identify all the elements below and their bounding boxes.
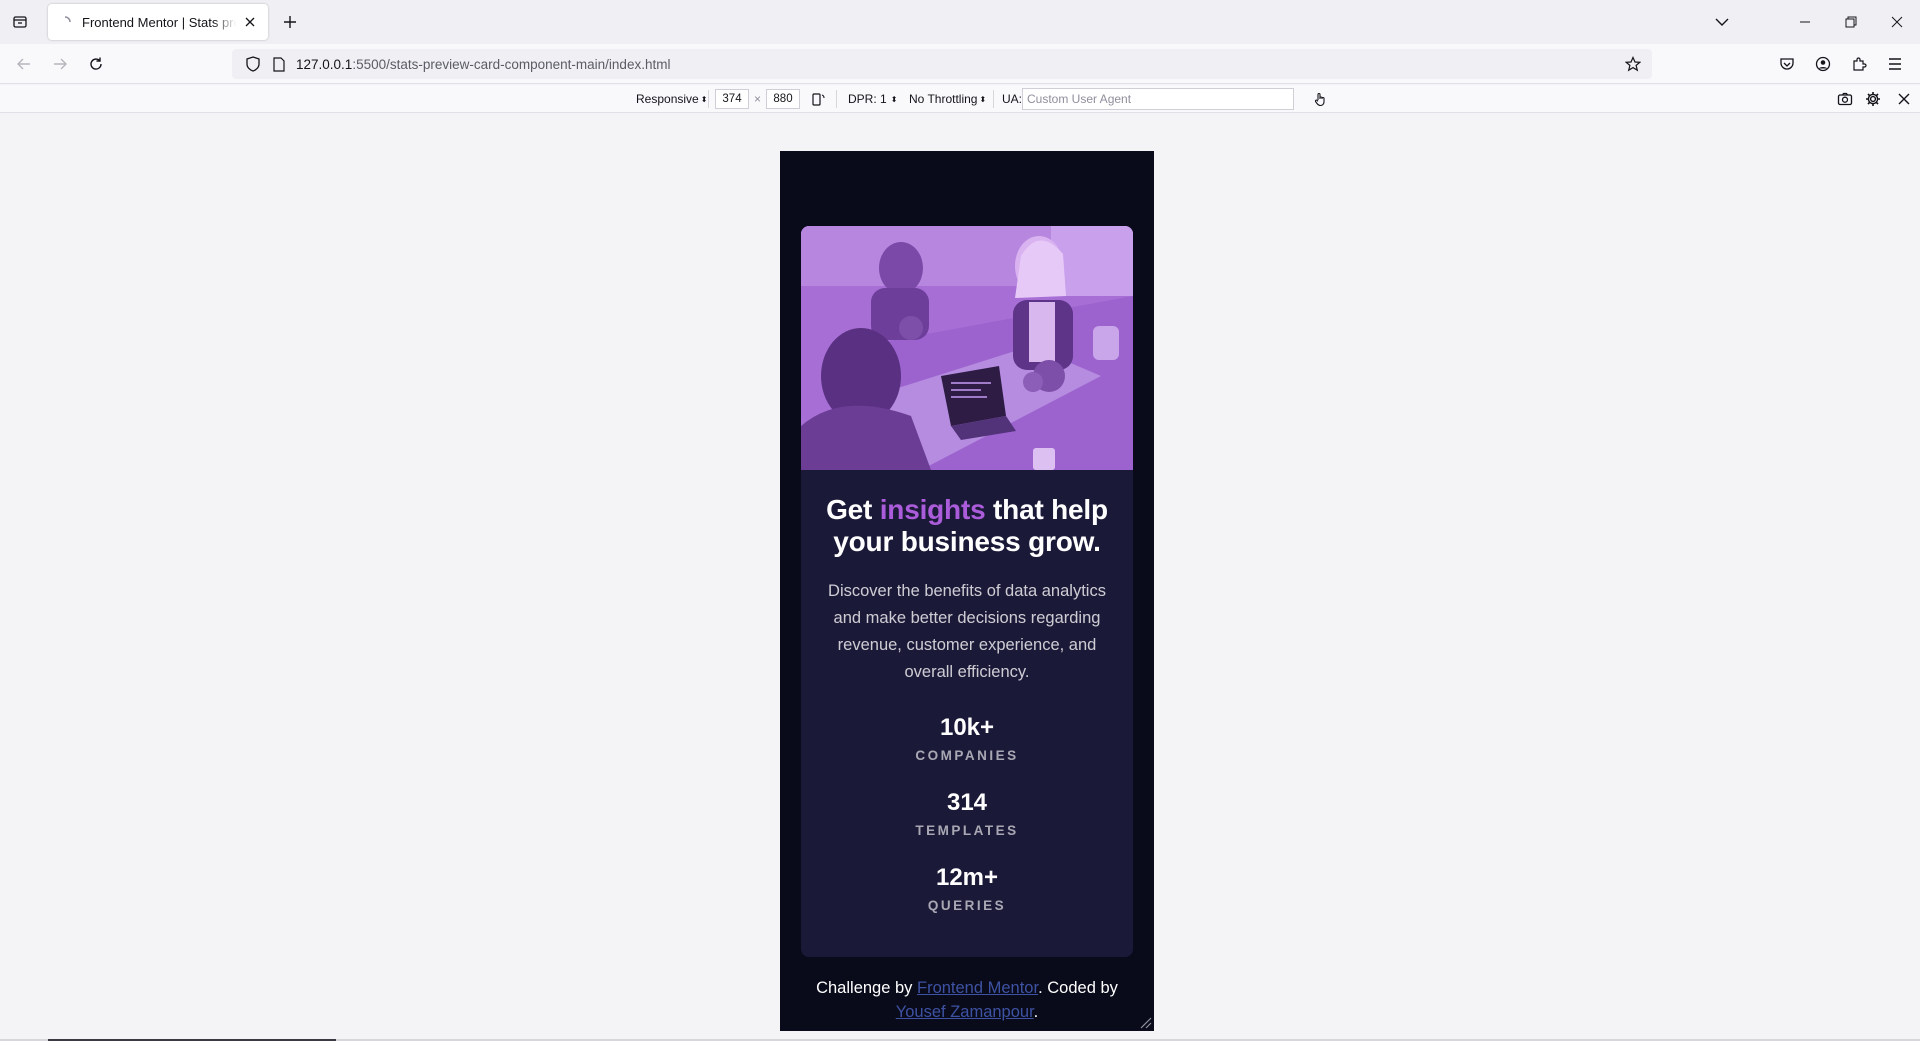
reload-icon[interactable]: [86, 54, 106, 74]
list-all-tabs-icon[interactable]: [10, 12, 30, 32]
attribution-suffix: .: [1033, 1003, 1039, 1021]
back-icon[interactable]: [14, 54, 34, 74]
stats-list: 10k+ COMPANIES 314 TEMPLATES 12m+ QUERIE…: [821, 714, 1113, 913]
updown-icon: ⬍: [979, 94, 987, 104]
dpr-selector[interactable]: DPR: 1 ⬍: [848, 89, 897, 109]
stat-value: 10k+: [939, 714, 995, 741]
navigation-toolbar: 127.0.0.1:5500/stats-preview-card-compon…: [0, 44, 1920, 84]
minimize-icon[interactable]: [1782, 0, 1828, 44]
headline-text-start: Get: [826, 494, 880, 525]
headline-accent-text: insights: [879, 494, 986, 525]
stat-value: 314: [946, 789, 988, 816]
forward-icon[interactable]: [50, 54, 70, 74]
screenshot-camera-icon[interactable]: [1836, 90, 1854, 108]
separator: [993, 90, 994, 108]
ua-label: UA:: [1002, 92, 1023, 106]
rotate-viewport-icon[interactable]: [809, 90, 827, 108]
stat-value: 12m+: [935, 864, 999, 891]
restore-icon[interactable]: [1828, 0, 1874, 44]
new-tab-icon[interactable]: [280, 12, 300, 32]
pocket-icon[interactable]: [1777, 54, 1797, 74]
url-text: 127.0.0.1:5500/stats-preview-card-compon…: [296, 57, 670, 72]
responsive-design-toolbar: Responsive ⬍ 374 × 880 DPR: 1 ⬍ No Throt…: [0, 85, 1920, 113]
throttling-selector[interactable]: No Throttling ⬍: [909, 89, 986, 109]
dimension-times: ×: [754, 92, 762, 106]
menu-hamburger-icon[interactable]: [1885, 54, 1905, 74]
throttling-label: No Throttling: [909, 92, 978, 106]
loading-favicon-icon: [58, 15, 72, 29]
card-headline: Get insights that help your business gro…: [821, 494, 1113, 558]
device-selector-label: Responsive: [636, 92, 699, 106]
close-rdm-icon[interactable]: [1895, 90, 1913, 108]
viewport-width-input[interactable]: 374: [715, 89, 749, 109]
page-info-icon[interactable]: [270, 55, 288, 73]
url-host: 127.0.0.1: [296, 56, 353, 72]
tracking-shield-icon[interactable]: [244, 55, 262, 73]
office-photo-illustration: [801, 226, 1133, 470]
dpr-label: DPR: 1: [848, 92, 887, 106]
updown-icon: ⬍: [700, 94, 708, 104]
separator: [836, 90, 837, 108]
account-icon[interactable]: [1813, 54, 1833, 74]
viewport-height-input[interactable]: 880: [766, 89, 800, 109]
touch-simulation-icon[interactable]: [1311, 90, 1329, 108]
resize-handle-icon[interactable]: [1138, 1015, 1152, 1029]
stat-label: QUERIES: [927, 898, 1007, 913]
close-window-icon[interactable]: [1874, 0, 1920, 44]
stat-label: TEMPLATES: [915, 823, 1019, 838]
responsive-viewport: Get insights that help your business gro…: [780, 151, 1154, 1031]
attribution: Challenge by Frontend Mentor. Coded by Y…: [780, 976, 1154, 1024]
attribution-prefix: Challenge by: [816, 979, 917, 997]
settings-gear-icon[interactable]: [1864, 90, 1882, 108]
header-image: [801, 226, 1133, 470]
stat-templates: 314 TEMPLATES: [821, 789, 1113, 838]
active-tab[interactable]: Frontend Mentor | Stats preview card com…: [48, 4, 268, 40]
stat-companies: 10k+ COMPANIES: [821, 714, 1113, 763]
separator: [708, 90, 709, 108]
stat-label: COMPANIES: [915, 748, 1019, 763]
chevron-down-icon[interactable]: [1710, 12, 1734, 32]
tab-strip: Frontend Mentor | Stats preview card com…: [0, 0, 1920, 44]
device-selector[interactable]: Responsive ⬍: [636, 89, 707, 109]
frontend-mentor-link[interactable]: Frontend Mentor: [917, 979, 1038, 997]
stats-preview-card: Get insights that help your business gro…: [801, 226, 1133, 957]
author-link[interactable]: Yousef Zamanpour: [896, 1003, 1034, 1021]
stat-queries: 12m+ QUERIES: [821, 864, 1113, 913]
close-tab-icon[interactable]: [242, 14, 258, 30]
attribution-middle: . Coded by: [1038, 979, 1118, 997]
tab-title: Frontend Mentor | Stats preview card com…: [82, 14, 236, 30]
address-bar[interactable]: 127.0.0.1:5500/stats-preview-card-compon…: [232, 49, 1652, 79]
url-path: :5500/stats-preview-card-component-main/…: [352, 56, 671, 72]
extensions-icon[interactable]: [1849, 54, 1869, 74]
card-body: Get insights that help your business gro…: [801, 470, 1133, 913]
card-description: Discover the benefits of data analytics …: [828, 582, 1106, 681]
updown-icon: ⬍: [890, 94, 898, 104]
bookmark-star-icon[interactable]: [1624, 55, 1642, 73]
user-agent-input[interactable]: Custom User Agent: [1022, 88, 1294, 110]
